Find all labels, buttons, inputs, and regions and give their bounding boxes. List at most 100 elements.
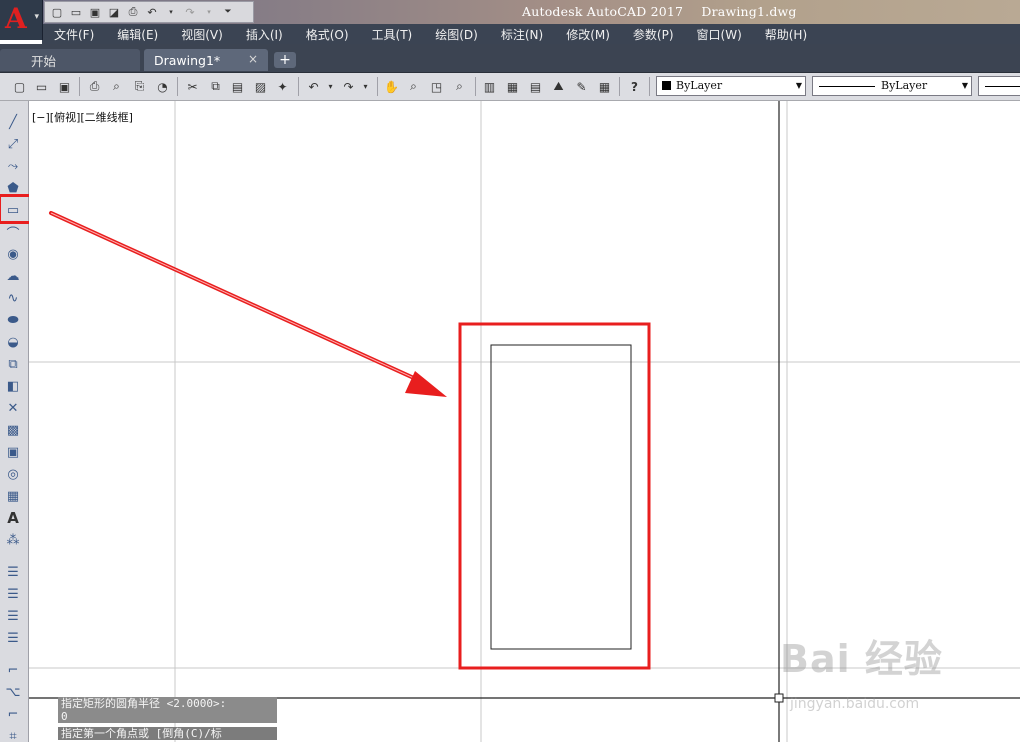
color-control[interactable]: ByLayer ▼ xyxy=(656,76,806,96)
new-tab-button[interactable]: + xyxy=(274,52,296,68)
menu-edit[interactable]: 编辑(E) xyxy=(105,26,169,43)
menu-view[interactable]: 视图(V) xyxy=(169,26,234,43)
customize-qat-icon[interactable]: ⏷ xyxy=(220,4,236,20)
undo-dropdown-icon[interactable]: ▾ xyxy=(163,4,179,20)
revcloud-icon[interactable]: ☁ xyxy=(4,267,22,285)
line-icon[interactable]: ╱ xyxy=(4,113,22,131)
make-block-icon[interactable]: ◧ xyxy=(4,377,22,395)
polyline-icon[interactable]: ⤳ xyxy=(4,157,22,175)
pickbox xyxy=(774,693,784,703)
markup-icon[interactable]: ✎ xyxy=(573,78,590,95)
properties-icon[interactable]: ▥ xyxy=(481,78,498,95)
calculator-icon[interactable]: ▦ xyxy=(596,78,613,95)
zoom-realtime-icon[interactable]: ⌕ xyxy=(405,78,422,95)
linetype-control[interactable]: ByLayer ▼ xyxy=(812,76,972,96)
hatch-icon[interactable]: ▩ xyxy=(4,421,22,439)
insert-block-icon[interactable]: ⧉ xyxy=(4,355,22,373)
layer-icon-1[interactable]: ☰ xyxy=(4,563,22,581)
layer-icon-3[interactable]: ☰ xyxy=(4,607,22,625)
plot-icon[interactable]: ⎙ xyxy=(86,78,103,95)
tool-palettes-icon[interactable]: ▤ xyxy=(527,78,544,95)
annotation-arrow-highlight xyxy=(50,212,428,385)
undo-icon[interactable]: ↶ xyxy=(144,4,160,20)
point-icon[interactable]: ✕ xyxy=(4,399,22,417)
text-icon[interactable]: A xyxy=(4,509,22,527)
construction-line-icon[interactable]: ⤢ xyxy=(4,135,22,153)
undo-icon[interactable]: ↶ xyxy=(305,78,322,95)
menu-parametric[interactable]: 参数(P) xyxy=(621,26,685,43)
paste-icon[interactable]: ▤ xyxy=(229,78,246,95)
color-swatch-icon xyxy=(662,81,671,90)
quick-access-toolbar: ▢ ▭ ▣ ◪ ⎙ ↶ ▾ ↷ ▾ ⏷ xyxy=(44,1,254,23)
sheet-set-icon[interactable]: ⛰ xyxy=(550,78,567,95)
chevron-down-icon: ▼ xyxy=(961,81,968,90)
standard-toolbar: ▢ ▭ ▣ ⎙ ⌕ ⎘ ◔ ✂ ⧉ ▤ ▨ ✦ ↶ ▾ ↷ ▾ ✋ ⌕ ◳ ⌕ … xyxy=(0,73,1020,101)
new-file-icon[interactable]: ▢ xyxy=(49,4,65,20)
design-center-icon[interactable]: ▦ xyxy=(504,78,521,95)
menu-file[interactable]: 文件(F) xyxy=(42,26,105,43)
menu-dimension[interactable]: 标注(N) xyxy=(489,26,554,43)
save-icon[interactable]: ▣ xyxy=(56,78,73,95)
pan-icon[interactable]: ✋ xyxy=(383,78,400,95)
publish-icon[interactable]: ⎘ xyxy=(131,78,148,95)
help-icon[interactable]: ? xyxy=(626,78,643,95)
redo-dropdown-icon[interactable]: ▾ xyxy=(201,4,217,20)
ellipse-arc-icon[interactable]: ◒ xyxy=(4,333,22,351)
redo-dropdown-icon[interactable]: ▾ xyxy=(357,78,374,95)
modify-icon-1[interactable]: ⌐ xyxy=(4,661,22,679)
tab-start[interactable]: 开始 xyxy=(0,49,140,71)
plot-preview-icon[interactable]: ⌕ xyxy=(108,78,125,95)
circle-icon[interactable]: ◉ xyxy=(4,245,22,263)
file-name: Drawing1.dwg xyxy=(701,4,797,19)
modify-icon-2[interactable]: ⌥ xyxy=(4,683,22,701)
zoom-previous-icon[interactable]: ⌕ xyxy=(451,78,468,95)
menu-modify[interactable]: 修改(M) xyxy=(554,26,621,43)
arc-icon[interactable]: ⌒ xyxy=(4,223,22,242)
modify-icon-4[interactable]: ⌗ xyxy=(4,727,22,745)
layer-icon-2[interactable]: ☰ xyxy=(4,585,22,603)
undo-dropdown-icon[interactable]: ▾ xyxy=(322,78,339,95)
modify-icon-3[interactable]: ⌐ xyxy=(4,705,22,723)
close-icon[interactable]: × xyxy=(248,52,258,66)
cut-icon[interactable]: ✂ xyxy=(184,78,201,95)
redo-icon[interactable]: ↷ xyxy=(340,78,357,95)
open-icon[interactable]: ▭ xyxy=(33,78,50,95)
application-menu-button[interactable]: A ▾ xyxy=(0,0,43,40)
command-history-line-1: 指定矩形的圆角半径 <2.0000>: xyxy=(58,697,277,710)
menu-insert[interactable]: 插入(I) xyxy=(234,26,294,43)
menu-format[interactable]: 格式(O) xyxy=(294,26,360,43)
autocad-logo-icon: A xyxy=(5,2,27,35)
redo-icon[interactable]: ↷ xyxy=(182,4,198,20)
menu-draw[interactable]: 绘图(D) xyxy=(423,26,489,43)
3d-print-icon[interactable]: ◔ xyxy=(154,78,171,95)
save-as-icon[interactable]: ◪ xyxy=(106,4,122,20)
layer-icon-4[interactable]: ☰ xyxy=(4,629,22,647)
qnew-icon[interactable]: ▢ xyxy=(11,78,28,95)
ellipse-icon[interactable]: ⬬ xyxy=(4,311,22,329)
add-selected-icon[interactable]: ⁂ xyxy=(4,531,22,549)
table-icon[interactable]: ▦ xyxy=(4,487,22,505)
linetype-control-value: ByLayer xyxy=(881,79,928,92)
baidu-watermark: Bai 经验 xyxy=(780,637,943,681)
print-icon[interactable]: ⎙ xyxy=(125,4,141,20)
zoom-window-icon[interactable]: ◳ xyxy=(428,78,445,95)
block-editor-icon[interactable]: ✦ xyxy=(274,78,291,95)
tab-start-label: 开始 xyxy=(31,53,57,69)
app-name: Autodesk AutoCAD 2017 xyxy=(522,4,684,19)
spline-icon[interactable]: ∿ xyxy=(4,289,22,307)
menu-tools[interactable]: 工具(T) xyxy=(360,26,424,43)
lineweight-control[interactable] xyxy=(978,76,1020,96)
viewport-controls[interactable]: [−][俯视][二维线框] xyxy=(32,109,133,125)
tab-drawing1[interactable]: Drawing1* × xyxy=(144,49,268,71)
copy-icon[interactable]: ⧉ xyxy=(207,78,224,95)
rectangle-highlight xyxy=(458,322,651,670)
match-properties-icon[interactable]: ▨ xyxy=(252,78,269,95)
gradient-icon[interactable]: ▣ xyxy=(4,443,22,461)
command-prompt[interactable]: 指定第一个角点或 [倒角(C)/标 xyxy=(58,727,277,740)
save-icon[interactable]: ▣ xyxy=(87,4,103,20)
menu-window[interactable]: 窗口(W) xyxy=(685,26,753,43)
region-icon[interactable]: ◎ xyxy=(4,465,22,483)
open-file-icon[interactable]: ▭ xyxy=(68,4,84,20)
menu-help[interactable]: 帮助(H) xyxy=(753,26,818,43)
chevron-down-icon: ▾ xyxy=(34,12,39,22)
